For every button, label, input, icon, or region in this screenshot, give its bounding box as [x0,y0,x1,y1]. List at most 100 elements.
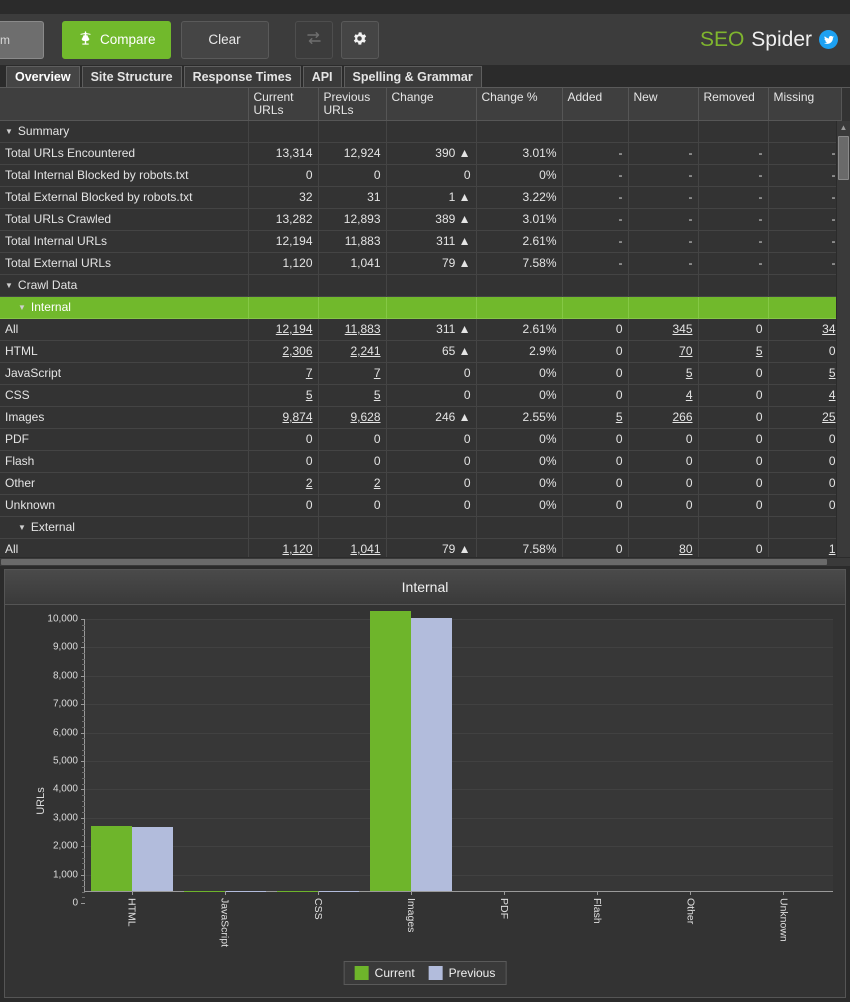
table-row[interactable]: Total Internal URLs12,19411,883311 ▲2.61… [0,230,841,252]
table-row[interactable]: Other2200%0000 [0,472,841,494]
cell-link[interactable]: 70 [679,344,692,358]
cell-link[interactable]: 2 [306,476,313,490]
tab-response-times[interactable]: Response Times [184,66,301,87]
cell-new[interactable]: 70 [628,340,698,362]
chart-bar-images-current[interactable] [370,611,411,891]
compare-button[interactable]: Compare [62,21,171,59]
cell-current[interactable]: 12,194 [248,318,318,340]
table-row[interactable]: Flash0000%0000 [0,450,841,472]
table-row[interactable]: HTML2,3062,24165 ▲2.9%07050 [0,340,841,362]
cell-previous[interactable]: 2,241 [318,340,386,362]
table-horizontal-scrollbar[interactable] [0,557,850,566]
table-row[interactable]: Total URLs Crawled13,28212,893389 ▲3.01%… [0,208,841,230]
tab-spelling-grammar[interactable]: Spelling & Grammar [344,66,482,87]
cell-link[interactable]: 11,883 [345,322,381,336]
cell-link[interactable]: 12,194 [276,322,313,336]
clear-button[interactable]: Clear [181,21,269,59]
cell-missing[interactable]: 5 [768,362,841,384]
cell-previous[interactable]: 11,883 [318,318,386,340]
cell-missing[interactable]: 4 [768,384,841,406]
cell-previous[interactable]: 2 [318,472,386,494]
column-header-current-urls[interactable]: Current URLs [248,88,318,120]
cell-missing[interactable]: 25 [768,406,841,428]
cell-link[interactable]: 80 [679,542,692,556]
cell-new[interactable]: 345 [628,318,698,340]
legend-item-previous[interactable]: Previous [429,966,496,980]
chart-bar-html-current[interactable] [91,826,132,891]
table-row[interactable]: Total External URLs1,1201,04179 ▲7.58%--… [0,252,841,274]
cell-link[interactable]: 5 [829,366,836,380]
column-header-row-label[interactable] [0,88,248,120]
scroll-up-arrow-icon[interactable]: ▲ [837,121,850,134]
scroll-thumb[interactable] [838,136,849,180]
cell-link[interactable]: 1,120 [282,542,312,556]
cell-link[interactable]: 25 [822,410,835,424]
table-row[interactable]: ▼Crawl Data [0,274,841,296]
cell-link[interactable]: 1,041 [350,542,380,556]
tab-api[interactable]: API [303,66,342,87]
column-header-new[interactable]: New [628,88,698,120]
cell-previous[interactable]: 9,628 [318,406,386,428]
table-row[interactable]: Images9,8749,628246 ▲2.55%5266025 [0,406,841,428]
cell-link[interactable]: 345 [672,322,692,336]
column-header-added[interactable]: Added [562,88,628,120]
cell-link[interactable]: 5 [374,388,381,402]
cell-link[interactable]: 9,874 [282,410,312,424]
table-row[interactable]: ▼External [0,516,841,538]
column-header-missing[interactable]: Missing [768,88,841,120]
table-row[interactable]: Unknown0000%0000 [0,494,841,516]
table-row[interactable]: Total URLs Encountered13,31412,924390 ▲3… [0,142,841,164]
cell-missing[interactable]: 34 [768,318,841,340]
cell-previous[interactable]: 7 [318,362,386,384]
expand-collapse-caret-icon[interactable]: ▼ [18,523,26,532]
cell-new[interactable]: 4 [628,384,698,406]
table-row[interactable]: Total Internal Blocked by robots.txt0000… [0,164,841,186]
twitter-bird-icon[interactable] [819,30,838,49]
cell-link[interactable]: 2,241 [350,344,380,358]
cell-new[interactable]: 5 [628,362,698,384]
cell-current[interactable]: 2,306 [248,340,318,362]
cell-link[interactable]: 4 [686,388,693,402]
chart-bar-html-previous[interactable] [132,827,173,891]
cell-link[interactable]: 2 [374,476,381,490]
cell-added[interactable]: 5 [562,406,628,428]
hscroll-thumb[interactable] [1,559,827,565]
table-vertical-scrollbar[interactable]: ▲ [836,121,850,557]
cell-new[interactable]: 266 [628,406,698,428]
expand-collapse-caret-icon[interactable]: ▼ [5,127,13,136]
cell-previous[interactable]: 5 [318,384,386,406]
configuration-button[interactable] [341,21,379,59]
cell-current[interactable]: 9,874 [248,406,318,428]
table-row[interactable]: Total External Blocked by robots.txt3231… [0,186,841,208]
crawl-url-field[interactable]: m [0,21,44,59]
cell-link[interactable]: 7 [306,366,313,380]
cell-link[interactable]: 5 [756,344,763,358]
cell-link[interactable]: 7 [374,366,381,380]
cell-link[interactable]: 5 [616,410,623,424]
tab-overview[interactable]: Overview [6,66,80,87]
column-header-removed[interactable]: Removed [698,88,768,120]
cell-link[interactable]: 2,306 [282,344,312,358]
cell-link[interactable]: 1 [829,542,836,556]
expand-collapse-caret-icon[interactable]: ▼ [5,281,13,290]
chart-bar-images-previous[interactable] [411,618,452,891]
column-header-change[interactable]: Change [386,88,476,120]
cell-current[interactable]: 7 [248,362,318,384]
cell-removed[interactable]: 5 [698,340,768,362]
expand-collapse-caret-icon[interactable]: ▼ [18,303,26,312]
tab-site-structure[interactable]: Site Structure [82,66,182,87]
column-header-previous-urls[interactable]: Previous URLs [318,88,386,120]
cell-current[interactable]: 2 [248,472,318,494]
table-row[interactable]: ▼Internal [0,296,841,318]
table-row[interactable]: ▼Summary [0,120,841,142]
table-row[interactable]: PDF0000%0000 [0,428,841,450]
cell-link[interactable]: 4 [829,388,836,402]
table-row[interactable]: CSS5500%0404 [0,384,841,406]
cell-current[interactable]: 5 [248,384,318,406]
cell-link[interactable]: 5 [686,366,693,380]
cell-link[interactable]: 266 [672,410,692,424]
legend-item-current[interactable]: Current [355,966,415,980]
column-header-change-percent[interactable]: Change % [476,88,562,120]
table-row[interactable]: JavaScript7700%0505 [0,362,841,384]
cell-link[interactable]: 34 [822,322,835,336]
